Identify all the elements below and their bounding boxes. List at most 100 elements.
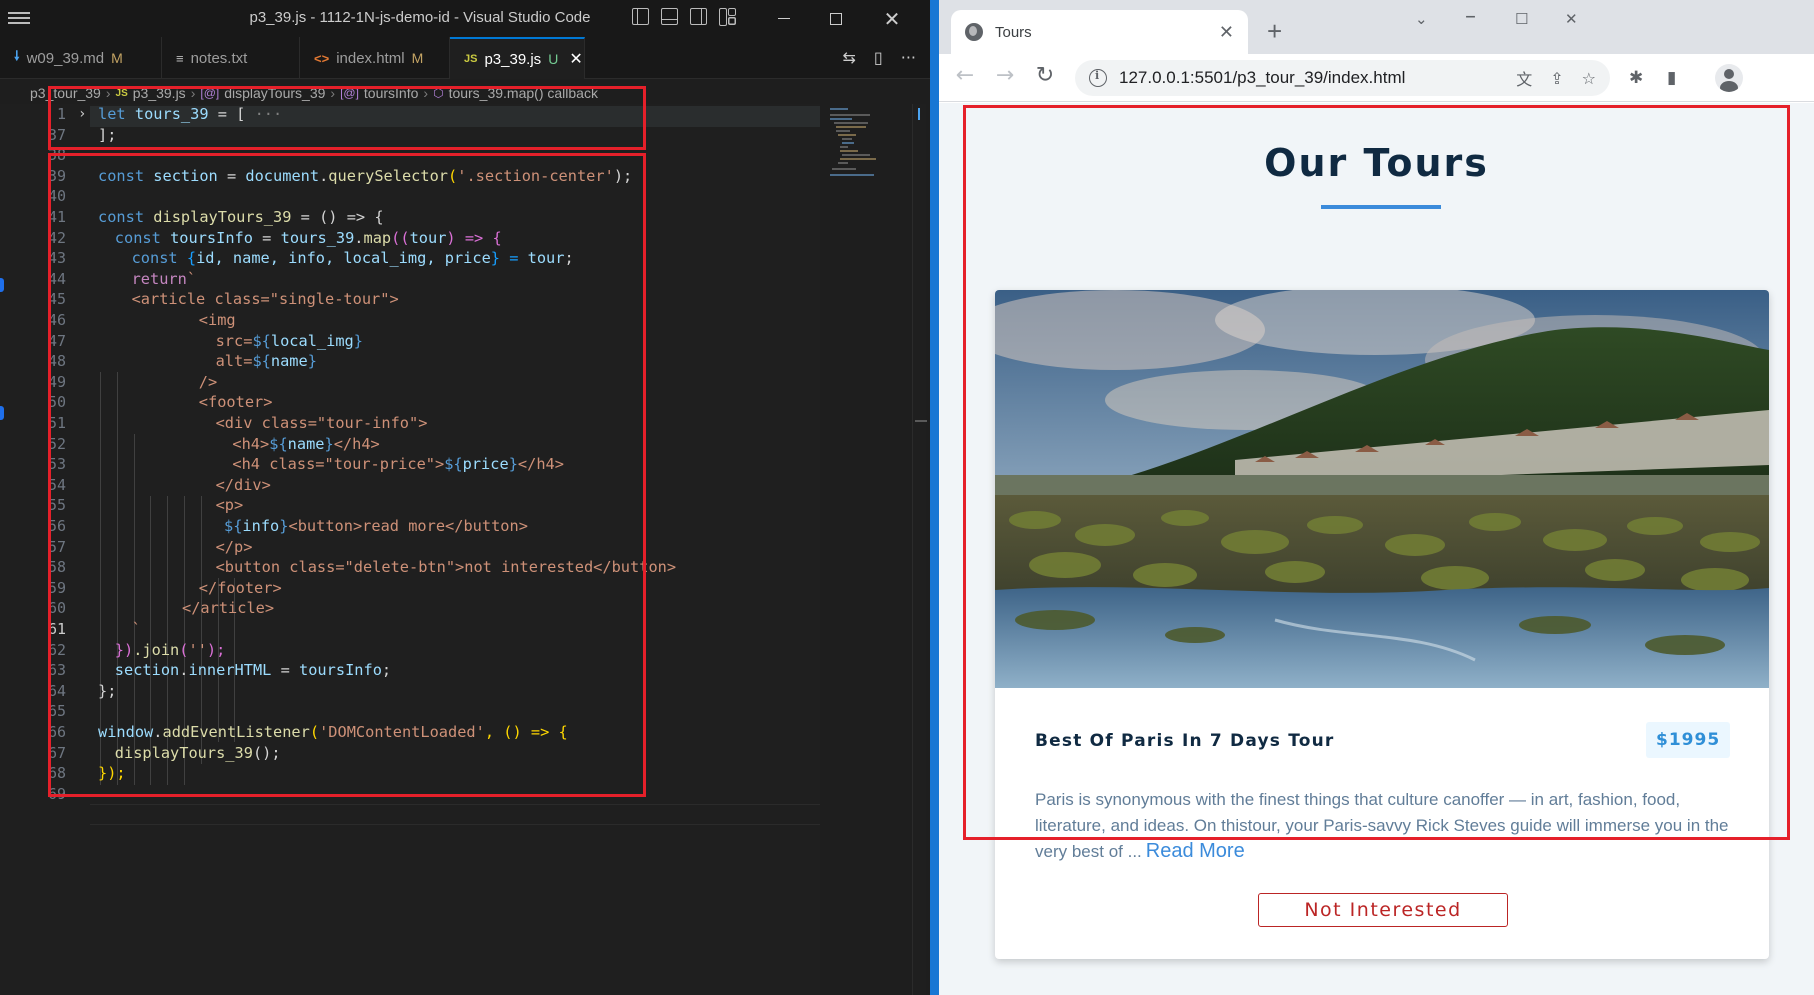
code-text: const displayTours_39 = () => { xyxy=(98,207,384,228)
tab-w09-md[interactable]: 🠗 w09_39.md M xyxy=(0,37,162,79)
browser-tab-title: Tours xyxy=(995,23,1032,41)
code-line[interactable]: 54 </div> xyxy=(0,475,820,496)
code-token: <h4 class="tour-price"> xyxy=(232,455,445,474)
code-text: src=${local_img} xyxy=(216,331,363,352)
code-token: displayTours_39 xyxy=(153,208,292,226)
code-line[interactable]: 52 <h4>${name}</h4> xyxy=(0,434,820,455)
code-token: toursInfo xyxy=(299,661,382,680)
window-title: p3_39.js - 1112-1N-js-demo-id - Visual S… xyxy=(249,9,591,26)
new-tab-button[interactable]: + xyxy=(1267,18,1282,44)
code-token: local_img xyxy=(270,331,354,350)
extensions-icon[interactable]: ✱ xyxy=(1629,68,1643,88)
code-line[interactable]: 56 ${info}<button>read more</button> xyxy=(0,516,820,537)
read-more-button[interactable]: Read More xyxy=(1146,840,1245,863)
code-line[interactable]: 68}); xyxy=(0,763,820,784)
variable-symbol-icon: [@] xyxy=(340,86,359,100)
editor-scrollbar[interactable] xyxy=(912,104,927,995)
code-token: = [ xyxy=(208,105,246,123)
split-editor-icon[interactable]: ▯ xyxy=(874,48,883,67)
code-token: ( xyxy=(309,723,320,741)
tab-p3-39-js[interactable]: JS p3_39.js U ✕ xyxy=(450,37,585,79)
minimize-icon xyxy=(778,17,790,20)
tab-search-icon[interactable]: ⌄ xyxy=(1415,10,1428,28)
code-line[interactable]: 37]; xyxy=(0,125,820,146)
code-line[interactable]: 51 <div class="tour-info"> xyxy=(0,413,820,434)
breadcrumb-folder[interactable]: p3_tour_39 xyxy=(30,85,101,101)
code-line[interactable]: 45 <article class="single-tour"> xyxy=(0,289,820,310)
toggle-panel-icon[interactable] xyxy=(661,8,678,25)
code-line[interactable]: 62}).join(''); xyxy=(0,640,820,661)
code-line[interactable]: 67 displayTours_39(); xyxy=(0,743,820,764)
tab-index-html[interactable]: <> index.html M xyxy=(300,37,450,79)
code-token: ` xyxy=(186,269,197,288)
line-number: 58 xyxy=(47,558,66,577)
code-line[interactable]: 50 <footer> xyxy=(0,392,820,413)
menu-icon[interactable] xyxy=(8,9,30,27)
line-number: 47 xyxy=(47,331,66,350)
customize-layout-icon[interactable] xyxy=(719,8,736,26)
code-line[interactable]: 1 › let tours_39 = [ ··· xyxy=(0,104,820,125)
browser-tab[interactable]: Tours ✕ xyxy=(951,10,1248,54)
tab-notes-txt[interactable]: ≡ notes.txt xyxy=(162,37,300,79)
code-line[interactable]: 61 ` xyxy=(0,619,820,640)
code-line[interactable]: 44 return` xyxy=(0,269,820,290)
code-token: src= xyxy=(215,331,253,350)
code-line[interactable]: 40 xyxy=(0,186,820,207)
address-bar[interactable]: 127.0.0.1:5501/p3_tour_39/index.html 文 ⇪… xyxy=(1075,60,1610,96)
code-line[interactable]: 65 xyxy=(0,701,820,722)
minimize-icon[interactable]: – xyxy=(1465,4,1476,29)
code-line[interactable]: 47 src=${local_img} xyxy=(0,331,820,352)
code-line[interactable]: 53 <h4 class="tour-price">${price}</h4> xyxy=(0,454,820,475)
code-line[interactable]: 43 const {id, name, info, local_img, pric… xyxy=(0,248,820,269)
close-icon[interactable]: ✕ xyxy=(1565,10,1578,28)
fold-chevron-icon[interactable]: › xyxy=(78,104,86,125)
code-line[interactable]: 38 xyxy=(0,145,820,166)
code-line[interactable]: 55 <p> xyxy=(0,495,820,516)
toggle-primary-sidebar-icon[interactable] xyxy=(632,8,649,25)
close-tab-icon[interactable]: ✕ xyxy=(569,49,582,69)
breadcrumb-symbol[interactable]: tours_39.map() callback xyxy=(449,85,598,101)
tour-card: Best Of Paris In 7 Days Tour $1995 Paris… xyxy=(995,290,1769,959)
code-line[interactable]: 63 section.innerHTML = toursInfo; xyxy=(0,660,820,681)
side-panel-icon[interactable]: ▮ xyxy=(1667,68,1676,88)
minimize-button[interactable] xyxy=(758,0,810,37)
code-line[interactable]: 57 </p> xyxy=(0,537,820,558)
code-line[interactable]: 39 const section = document.querySelector… xyxy=(0,166,820,187)
code-line[interactable]: 42 const toursInfo = tours_39.map((tour) … xyxy=(0,228,820,249)
js-icon: JS xyxy=(115,87,128,99)
more-actions-icon[interactable]: ··· xyxy=(901,48,916,67)
back-icon[interactable]: ← xyxy=(953,64,977,88)
breadcrumb-symbol[interactable]: toursInfo xyxy=(364,85,418,101)
code-line[interactable]: 60 </article> xyxy=(0,598,820,619)
code-line[interactable]: 59 </footer> xyxy=(0,578,820,599)
forward-icon[interactable]: → xyxy=(993,64,1017,88)
translate-icon[interactable]: 文 xyxy=(1516,66,1532,90)
code-text: <h4>${name}</h4> xyxy=(232,434,379,455)
code-line[interactable]: 58 <button class="delete-btn">not interes… xyxy=(0,557,820,578)
code-line[interactable]: 48 alt=${name} xyxy=(0,351,820,372)
code-editor[interactable]: 1 › let tours_39 = [ ··· 37]; 38 39 const sect… xyxy=(0,104,820,995)
code-line[interactable]: 41 const displayTours_39 = () => { xyxy=(0,207,820,228)
url-text[interactable]: 127.0.0.1:5501/p3_tour_39/index.html xyxy=(1119,68,1498,88)
minimap[interactable] xyxy=(828,104,918,184)
breadcrumb-file[interactable]: p3_39.js xyxy=(133,85,186,101)
code-line[interactable]: 69 xyxy=(0,784,820,805)
reload-icon[interactable]: ↻ xyxy=(1033,64,1057,88)
code-line[interactable]: 64}; xyxy=(0,681,820,702)
maximize-button[interactable] xyxy=(810,0,862,37)
not-interested-button[interactable]: Not Interested xyxy=(1258,893,1508,927)
toggle-secondary-sidebar-icon[interactable] xyxy=(690,8,707,25)
code-line[interactable]: 46 <img xyxy=(0,310,820,331)
close-tab-icon[interactable]: ✕ xyxy=(1219,22,1234,43)
maximize-icon[interactable]: ☐ xyxy=(1515,10,1528,28)
close-window-button[interactable]: ✕ xyxy=(866,0,918,37)
site-info-icon[interactable] xyxy=(1089,69,1107,87)
share-icon[interactable]: ⇪ xyxy=(1550,69,1563,88)
breadcrumb-symbol[interactable]: displayTours_39 xyxy=(224,85,325,101)
code-line[interactable]: 66 window.addEventListener('DOMContentLoa… xyxy=(0,722,820,743)
profile-avatar[interactable] xyxy=(1715,64,1743,92)
code-line[interactable]: 49 /> xyxy=(0,372,820,393)
bookmark-star-icon[interactable]: ☆ xyxy=(1582,69,1596,88)
code-token: (); xyxy=(252,743,281,762)
open-changes-icon[interactable]: ⇆ xyxy=(843,48,856,67)
